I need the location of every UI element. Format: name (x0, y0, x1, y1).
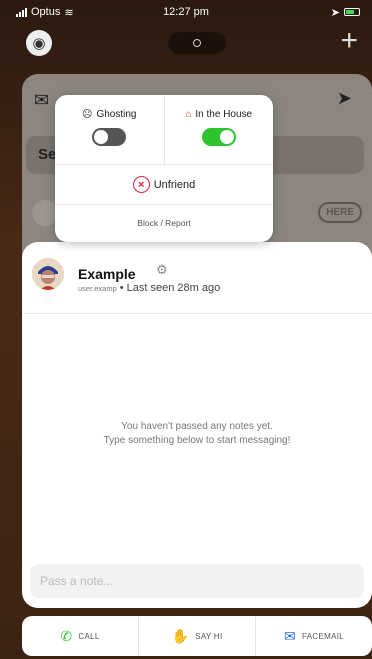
profile-emoji-button[interactable]: ◉ (26, 30, 52, 56)
gear-icon[interactable]: ⚙ (156, 262, 168, 278)
surprised-face-icon: ◉ (32, 35, 46, 52)
empty-state-message: You haven't passed any notes yet. Type s… (22, 420, 372, 448)
last-seen: Last seen 28m ago (126, 282, 221, 294)
toggle-knob (94, 130, 109, 144)
avatar[interactable] (32, 258, 64, 290)
bitmoji-avatar-icon (32, 258, 64, 290)
ghosting-label-row: ☹ Ghosting (82, 109, 136, 120)
ghosting-option: ☹ Ghosting (55, 95, 164, 164)
note-input[interactable] (30, 564, 364, 598)
friend-options-popover: ☹ Ghosting ⌂ In the House × Unfriend Blo… (55, 95, 273, 242)
action-bar: ✆ CALL ✋ SAY HI ✉ FACEMAIL (22, 616, 372, 656)
separator-dot: • (119, 282, 124, 294)
ghost-icon: ☹ (82, 109, 93, 120)
ghosting-label: Ghosting (96, 109, 137, 120)
say-hi-label: SAY HI (195, 631, 223, 641)
in-house-label-row: ⌂ In the House (185, 109, 252, 120)
send-icon: ➤ (336, 88, 352, 108)
toggle-knob (219, 130, 234, 144)
mail-video-icon: ✉ (284, 627, 297, 644)
status-right: ➤ (331, 6, 360, 19)
username: user.examp (78, 284, 117, 293)
say-hi-button[interactable]: ✋ SAY HI (138, 616, 255, 656)
call-label: CALL (78, 631, 100, 641)
ghosting-toggle[interactable] (92, 128, 127, 146)
chat-sheet: Example ⚙ user.examp • Last seen 28m ago… (22, 242, 372, 608)
circle-icon (193, 39, 201, 47)
house-icon: ⌂ (185, 109, 192, 120)
empty-line-2: Type something below to start messaging! (103, 435, 291, 446)
battery-icon (344, 8, 360, 16)
here-badge: HERE (318, 202, 362, 223)
chat-subtitle: user.examp • Last seen 28m ago (78, 282, 220, 294)
popover-toggle-row: ☹ Ghosting ⌂ In the House (55, 95, 273, 165)
status-bar: Optus ≋ 12:27 pm ➤ (0, 0, 372, 24)
empty-line-1: You haven't passed any notes yet. (121, 421, 273, 432)
camera-toggle-button[interactable] (168, 32, 226, 54)
wifi-icon: ≋ (64, 6, 74, 19)
facemail-label: FACEMAIL (302, 631, 344, 641)
add-button[interactable]: + (340, 26, 358, 56)
unfriend-label: Unfriend (153, 178, 196, 191)
in-the-house-option: ⌂ In the House (163, 95, 274, 164)
in-house-label: In the House (195, 109, 253, 120)
block-report-button[interactable]: Block / Report (55, 205, 273, 241)
call-button[interactable]: ✆ CALL (22, 616, 138, 656)
top-app-bar: ◉ + (0, 26, 372, 60)
phone-icon: ✆ (60, 627, 73, 644)
carrier-label: Optus (31, 6, 61, 18)
inbox-icon: ✉ (34, 90, 50, 110)
close-circle-icon: × (132, 176, 150, 193)
location-icon: ➤ (330, 6, 340, 19)
in-house-toggle[interactable] (201, 128, 236, 146)
status-left: Optus ≋ (16, 6, 74, 19)
signal-icon (16, 7, 27, 17)
chat-contact-name: Example (78, 266, 136, 282)
chat-header: Example ⚙ user.examp • Last seen 28m ago (22, 242, 372, 314)
unfriend-button[interactable]: × Unfriend (55, 165, 273, 205)
waving-hand-icon: ✋ (171, 627, 190, 644)
facemail-button[interactable]: ✉ FACEMAIL (255, 616, 372, 656)
